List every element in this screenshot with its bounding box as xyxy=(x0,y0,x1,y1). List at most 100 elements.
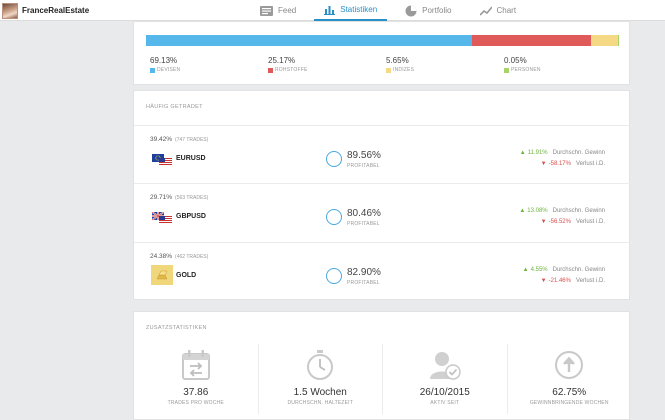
arrow-down-icon: ▼ xyxy=(540,278,547,284)
stat-value: 62.75% xyxy=(552,387,587,398)
user-profile[interactable]: FranceRealEstate xyxy=(2,2,89,19)
tab-statistiken[interactable]: Statistiken xyxy=(314,0,388,21)
allocation-bar-segment xyxy=(591,35,618,46)
allocation-item-rohstoffe: 25.17% ROHSTOFFE xyxy=(268,56,308,73)
allocation-pct: 0.05% xyxy=(504,56,527,65)
legend-swatch xyxy=(268,67,273,73)
avg-loss: ▼ -58.17% Verlust i.D. xyxy=(475,161,605,167)
instrument-symbol[interactable]: GBPUSD xyxy=(176,213,206,220)
bar-chart-icon xyxy=(324,5,336,15)
arrow-up-icon: ▲ xyxy=(519,150,526,156)
allocation-bar-segment xyxy=(472,35,592,46)
avg-gain-label: Durchschn. Gewinn xyxy=(552,208,605,214)
tab-statistiken-label: Statistiken xyxy=(340,5,378,14)
section-title: ZUSATZSTATISTIKEN xyxy=(146,325,207,331)
profit-ring-icon xyxy=(326,209,342,225)
stat-label: AKTIV SEIT xyxy=(430,400,460,406)
avatar[interactable] xyxy=(2,2,18,19)
profit-label: PROFITABEL xyxy=(347,280,380,286)
avg-gain-value: 4.55% xyxy=(530,267,548,273)
allocation-item-devisen: 69.13% DEVISEN xyxy=(150,56,180,73)
arrow-down-icon: ▼ xyxy=(540,161,547,167)
stat-avg-holding-time: 1.5 Wochen DURCHSCHN. HALTEZEIT xyxy=(259,344,383,414)
profit-pct: 82.90% xyxy=(347,267,381,278)
avg-loss: ▼ -56.52% Verlust i.D. xyxy=(475,219,605,225)
allocation-pct: 25.17% xyxy=(268,56,296,65)
top-bar: FranceRealEstate Feed Statistiken Portfo… xyxy=(0,0,665,21)
line-chart-icon xyxy=(479,5,492,16)
stat-profitable-weeks: 62.75% GEWINNBRINGENDE WOCHEN xyxy=(508,344,632,414)
stat-label: TRADES PRO WOCHE xyxy=(167,400,224,406)
username[interactable]: FranceRealEstate xyxy=(22,6,89,15)
allocation-item-indizes: 5.65% INDIZES xyxy=(386,56,414,73)
allocation-bar xyxy=(146,35,618,46)
trade-count: (563 TRADES) xyxy=(175,195,209,201)
extra-stats-row: 37.86 TRADES PRO WOCHE 1.5 Wochen DURCHS… xyxy=(134,344,631,414)
allocation-pct: 69.13% xyxy=(150,56,178,65)
avg-loss-label: Verlust i.D. xyxy=(575,219,605,225)
profit-ring-icon xyxy=(326,268,342,284)
allocation-label: INDIZES xyxy=(393,67,415,73)
tab-portfolio[interactable]: Portfolio xyxy=(395,0,461,21)
profit-label: PROFITABEL xyxy=(347,163,380,169)
profit-pct: 89.56% xyxy=(347,150,381,161)
trade-share: 39.42% xyxy=(150,136,173,143)
avg-loss-label: Verlust i.D. xyxy=(575,278,605,284)
eu-us-flag-icon xyxy=(152,153,172,171)
instrument-symbol[interactable]: EURUSD xyxy=(176,155,206,162)
gold-bars-icon xyxy=(151,265,173,285)
arrow-up-icon: ▲ xyxy=(519,208,526,214)
stat-active-since: 26/10/2015 AKTIV SEIT xyxy=(383,344,508,414)
calendar-exchange-icon xyxy=(181,350,210,385)
allocation-bar-segment xyxy=(146,35,473,46)
allocation-item-personen: 0.05% PERSONEN xyxy=(504,56,541,73)
avg-gain-value: 13.08% xyxy=(527,208,548,214)
tab-feed[interactable]: Feed xyxy=(250,0,306,21)
tab-portfolio-label: Portfolio xyxy=(422,6,452,15)
uk-us-flag-icon xyxy=(151,211,172,229)
avg-gain-value: 11.91% xyxy=(527,150,548,156)
tab-feed-label: Feed xyxy=(278,6,297,15)
avg-loss-value: -56.52% xyxy=(548,219,571,225)
allocation-label: PERSONEN xyxy=(511,67,541,73)
profit-label: PROFITABEL xyxy=(347,221,380,227)
trade-count: (747 TRADES) xyxy=(175,137,209,143)
avg-loss: ▼ -21.46% Verlust i.D. xyxy=(475,278,605,284)
trade-row-gold[interactable]: 24.38% (462 TRADES) GOLD 82.90% PROFITABE… xyxy=(134,243,631,301)
stat-label: GEWINNBRINGENDE WOCHEN xyxy=(529,400,609,406)
frequently-traded-card: HÄUFIG GETRADET 39.42% (747 TRADES) EURUS… xyxy=(133,90,631,301)
avg-gain: ▲ 11.91% Durchschn. Gewinn xyxy=(475,150,605,156)
stat-value: 26/10/2015 xyxy=(419,387,470,398)
avg-loss-value: -21.46% xyxy=(548,278,571,284)
allocation-pct: 5.65% xyxy=(386,56,409,65)
extra-stats-card: ZUSATZSTATISTIKEN 37.86 TRADES PRO WOCHE… xyxy=(133,311,630,420)
avg-loss-label: Verlust i.D. xyxy=(575,161,605,167)
stat-trades-per-week: 37.86 TRADES PRO WOCHE xyxy=(134,344,259,414)
stat-value: 37.86 xyxy=(183,387,209,398)
trade-share: 24.38% xyxy=(150,253,173,260)
allocation-label: DEVISEN xyxy=(157,67,181,73)
allocation-label: ROHSTOFFE xyxy=(275,67,308,73)
user-check-icon xyxy=(429,350,461,385)
section-title: HÄUFIG GETRADET xyxy=(146,104,203,110)
avg-gain-label: Durchschn. Gewinn xyxy=(552,267,605,273)
feed-icon xyxy=(260,5,273,16)
legend-swatch xyxy=(150,67,155,73)
trade-row-gbpusd[interactable]: 29.71% (563 TRADES) GBPUSD 80.46% PROFITA… xyxy=(134,184,631,242)
tab-chart[interactable]: Chart xyxy=(470,0,527,21)
profit-pct: 80.46% xyxy=(347,208,381,219)
arrow-down-icon: ▼ xyxy=(540,219,547,225)
trade-count: (462 TRADES) xyxy=(175,254,209,260)
tab-chart-label: Chart xyxy=(496,6,517,15)
arrow-up-icon: ▲ xyxy=(522,267,529,273)
arrow-up-circle-icon xyxy=(554,350,584,385)
trade-row-eurusd[interactable]: 39.42% (747 TRADES) EURUSD 89.56% PROFITA… xyxy=(134,126,631,184)
instrument-symbol[interactable]: GOLD xyxy=(176,272,196,279)
pie-chart-icon xyxy=(405,5,417,16)
main-nav: Feed Statistiken Portfolio Chart xyxy=(250,0,534,21)
legend-swatch xyxy=(504,67,509,73)
avg-gain-label: Durchschn. Gewinn xyxy=(552,150,605,156)
avg-gain: ▲ 4.55% Durchschn. Gewinn xyxy=(475,267,605,273)
stat-label: DURCHSCHN. HALTEZEIT xyxy=(287,400,354,406)
avg-loss-value: -58.17% xyxy=(548,161,571,167)
